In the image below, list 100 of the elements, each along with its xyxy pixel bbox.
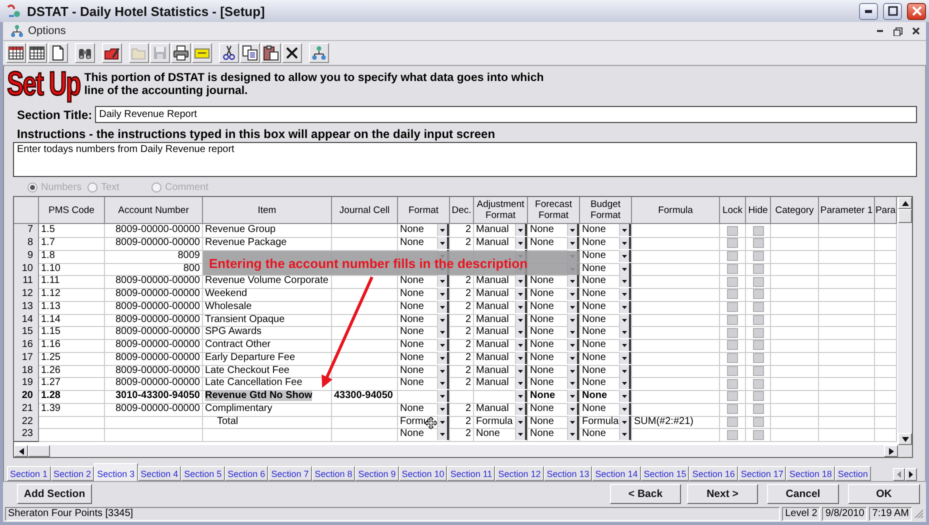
scrollbar-thumb[interactable]: [28, 445, 50, 457]
lock-checkbox[interactable]: [727, 289, 738, 300]
format-dropdown[interactable]: None: [398, 428, 450, 442]
lock-checkbox[interactable]: [727, 366, 738, 376]
options-menu[interactable]: Options: [6, 24, 70, 38]
hide-checkbox[interactable]: [752, 251, 764, 262]
lock-checkbox[interactable]: [727, 340, 738, 350]
toolbar-button[interactable]: [309, 42, 329, 62]
hide-checkbox[interactable]: [752, 353, 764, 364]
lock-checkbox[interactable]: [727, 416, 738, 427]
tab-scroll-left-button[interactable]: [893, 468, 905, 481]
add-section-button[interactable]: Add Section: [17, 484, 92, 504]
adjustment-format-dropdown[interactable]: Manual: [474, 402, 528, 416]
row-number[interactable]: 17: [14, 352, 39, 366]
lock-checkbox[interactable]: [727, 302, 738, 312]
budget-format-dropdown[interactable]: None: [580, 428, 632, 442]
section-tab[interactable]: Section 8: [312, 466, 356, 481]
lock-checkbox[interactable]: [727, 353, 738, 364]
hide-checkbox[interactable]: [752, 366, 764, 376]
row-number[interactable]: 13: [14, 300, 39, 314]
toolbar-button[interactable]: [171, 42, 191, 62]
budget-format-dropdown[interactable]: None: [580, 390, 632, 404]
format-dropdown[interactable]: [398, 390, 450, 404]
close-button[interactable]: [907, 2, 926, 20]
section-tab[interactable]: Section 5: [181, 466, 225, 481]
section-tab[interactable]: Section 4: [138, 466, 182, 481]
forecast-format-dropdown[interactable]: None: [528, 339, 580, 353]
row-number[interactable]: 12: [14, 288, 39, 302]
section-tab[interactable]: Section 18: [786, 466, 835, 481]
section-tab[interactable]: Section 14: [592, 466, 641, 481]
adjustment-format-dropdown[interactable]: [474, 390, 528, 404]
format-dropdown[interactable]: None: [398, 352, 450, 366]
toolbar-button[interactable]: [102, 42, 122, 62]
section-tab[interactable]: Section 11: [447, 466, 496, 481]
row-number[interactable]: 7: [14, 224, 39, 238]
toolbar-button[interactable]: [282, 42, 302, 62]
hide-checkbox[interactable]: [752, 264, 764, 274]
forecast-format-dropdown[interactable]: None: [528, 352, 580, 366]
budget-format-dropdown[interactable]: None: [580, 352, 632, 366]
lock-checkbox[interactable]: [727, 328, 738, 338]
cancel-button[interactable]: Cancel: [767, 484, 839, 504]
adjustment-format-dropdown[interactable]: Manual: [474, 339, 528, 353]
format-dropdown[interactable]: None: [398, 402, 450, 416]
row-number[interactable]: 15: [14, 326, 39, 340]
format-dropdown[interactable]: None: [398, 288, 450, 302]
section-tab[interactable]: Section 3: [94, 463, 138, 481]
budget-format-dropdown[interactable]: None: [580, 300, 632, 314]
lock-checkbox[interactable]: [727, 430, 738, 440]
ok-button[interactable]: OK: [848, 484, 920, 504]
section-tab[interactable]: Section 7: [268, 466, 312, 481]
lock-checkbox[interactable]: [727, 238, 738, 248]
forecast-format-dropdown[interactable]: None: [528, 390, 580, 404]
budget-format-dropdown[interactable]: None: [580, 288, 632, 302]
section-tab[interactable]: Section 2: [50, 466, 94, 481]
forecast-format-dropdown[interactable]: None: [528, 288, 580, 302]
section-tab[interactable]: Section 6: [224, 466, 268, 481]
tab-scroll-right-button[interactable]: [905, 468, 917, 481]
toolbar-button[interactable]: [219, 42, 239, 62]
back-button[interactable]: < Back: [610, 484, 681, 504]
budget-format-dropdown[interactable]: None: [580, 237, 632, 251]
section-tab[interactable]: Section 10: [398, 466, 448, 481]
adjustment-format-dropdown[interactable]: None: [474, 428, 528, 442]
adjustment-format-dropdown[interactable]: Manual: [474, 352, 528, 366]
lock-checkbox[interactable]: [727, 226, 738, 236]
lock-checkbox[interactable]: [727, 314, 738, 325]
hide-checkbox[interactable]: [752, 430, 764, 440]
row-number[interactable]: 8: [14, 237, 39, 251]
section-tab[interactable]: Section 16: [689, 466, 738, 481]
toolbar-button[interactable]: [261, 42, 281, 62]
format-dropdown[interactable]: None: [398, 300, 450, 314]
toolbar-button[interactable]: [48, 42, 68, 62]
adjustment-format-dropdown[interactable]: Manual: [474, 300, 528, 314]
row-number[interactable]: 11: [14, 275, 39, 289]
scroll-up-button[interactable]: [898, 197, 912, 210]
forecast-format-dropdown[interactable]: None: [528, 402, 580, 416]
hide-checkbox[interactable]: [752, 378, 764, 389]
scroll-down-button[interactable]: [898, 433, 912, 445]
hide-checkbox[interactable]: [752, 340, 764, 350]
minimize-button[interactable]: [859, 2, 878, 20]
scroll-right-button[interactable]: [884, 445, 898, 457]
forecast-format-dropdown[interactable]: None: [528, 300, 580, 314]
section-tab[interactable]: Section 9: [355, 466, 399, 481]
hide-checkbox[interactable]: [752, 404, 764, 414]
budget-format-dropdown[interactable]: None: [580, 402, 632, 416]
toolbar-button[interactable]: [75, 42, 95, 62]
row-number[interactable]: 23: [14, 428, 39, 442]
toolbar-button[interactable]: [27, 42, 47, 62]
section-tab[interactable]: Section 15: [640, 466, 690, 481]
section-tab[interactable]: Section 12: [495, 466, 544, 481]
section-title-field[interactable]: Daily Revenue Report: [95, 106, 917, 124]
budget-format-dropdown[interactable]: None: [580, 339, 632, 353]
hide-checkbox[interactable]: [752, 289, 764, 300]
row-number[interactable]: 16: [14, 339, 39, 353]
instructions-field[interactable]: Enter todays numbers from Daily Revenue report: [13, 142, 917, 177]
hide-checkbox[interactable]: [752, 226, 764, 236]
row-number[interactable]: 20: [14, 390, 39, 404]
row-number[interactable]: 9: [14, 250, 39, 264]
lock-checkbox[interactable]: [727, 391, 738, 402]
lock-checkbox[interactable]: [727, 251, 738, 262]
hide-checkbox[interactable]: [752, 238, 764, 248]
